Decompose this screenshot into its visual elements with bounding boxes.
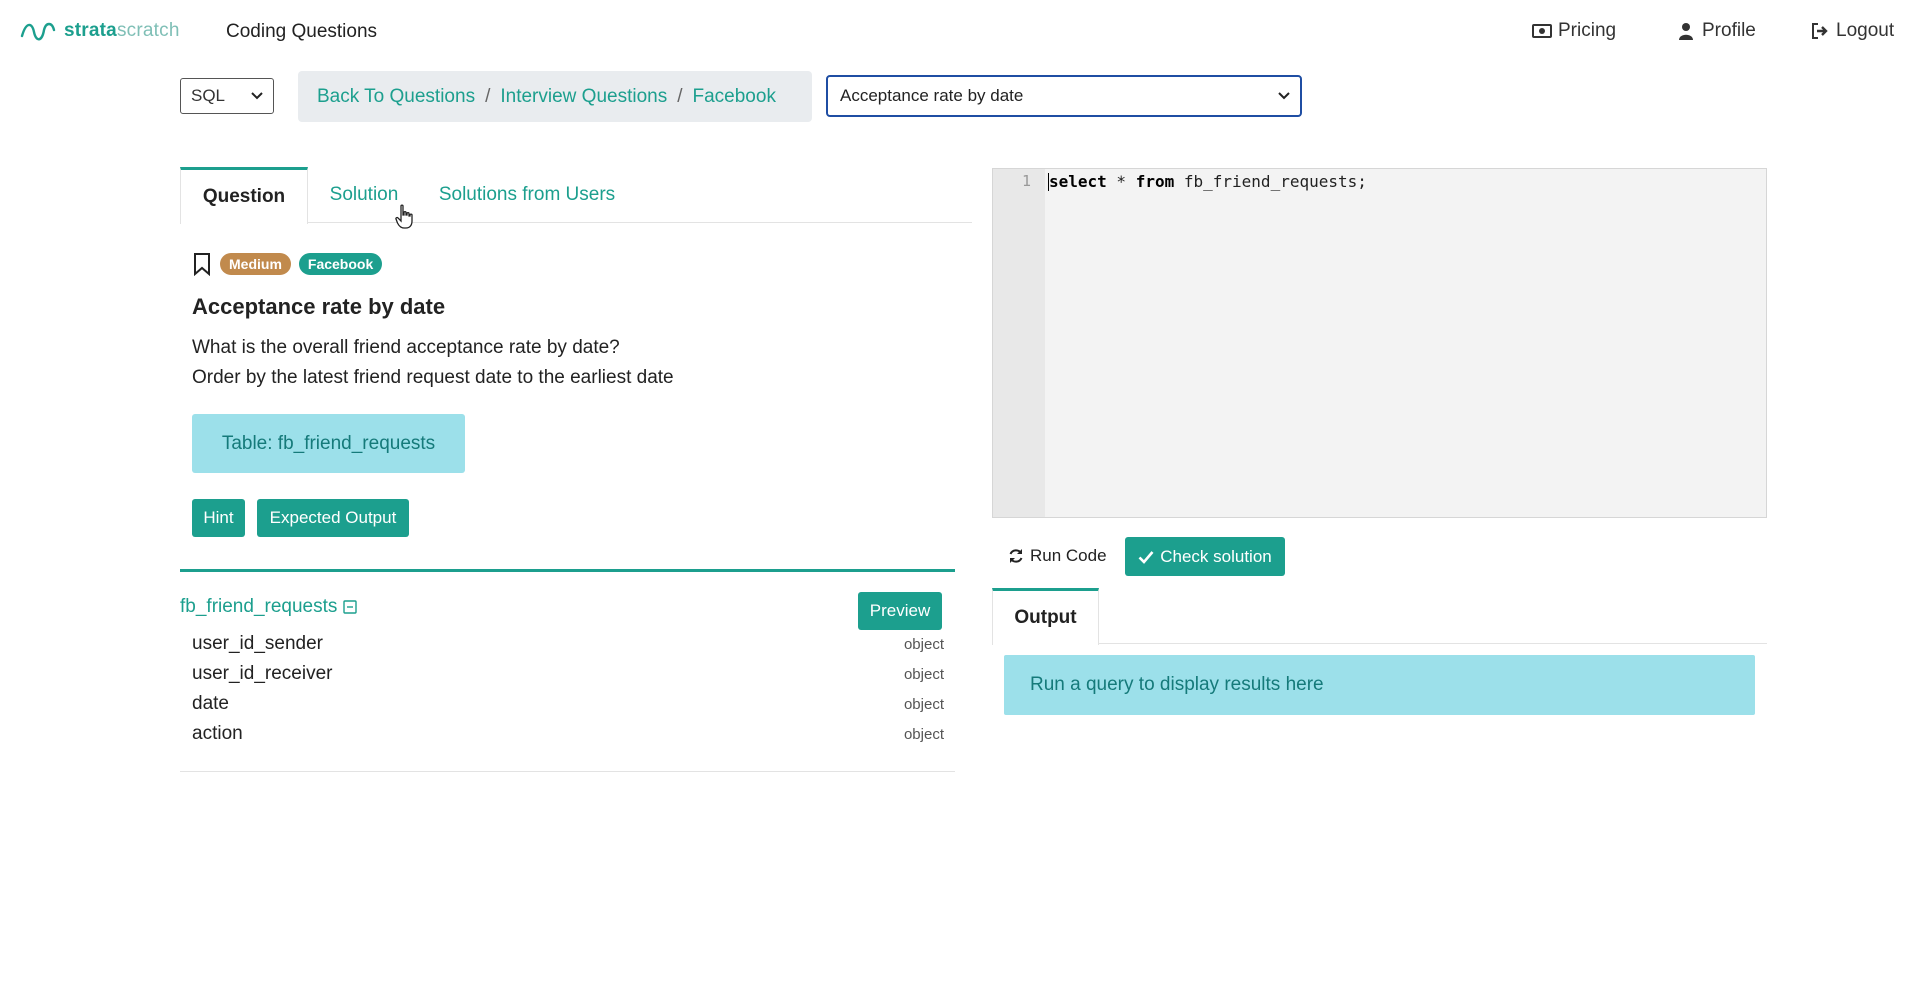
chevron-down-icon	[251, 92, 263, 100]
language-select[interactable]: SQL	[180, 78, 274, 114]
breadcrumb-back-to-questions[interactable]: Back To Questions	[317, 86, 475, 108]
top-navbar: stratascratch Coding Questions Pricing P…	[0, 0, 1920, 64]
column-type: object	[903, 695, 944, 713]
difficulty-badge: Medium	[220, 253, 291, 275]
brand-logo[interactable]: stratascratch	[20, 20, 180, 42]
nav-logout-label: Logout	[1836, 20, 1895, 41]
schema-column-row: user_id_receiver object	[192, 660, 944, 688]
tab-question[interactable]: Question	[180, 167, 308, 224]
schema-table-name-label: fb_friend_requests	[180, 596, 338, 617]
run-code-button[interactable]: Run Code	[1008, 540, 1107, 572]
breadcrumb-separator: /	[677, 85, 683, 107]
question-meta: Medium Facebook	[192, 252, 383, 276]
code-text: fb_friend_requests;	[1174, 172, 1367, 191]
editor-gutter: 1	[993, 169, 1045, 517]
check-icon	[1138, 550, 1154, 564]
check-solution-label: Check solution	[1160, 546, 1272, 566]
brand-name: stratascratch	[64, 20, 180, 41]
code-editor[interactable]: 1 select * from fb_friend_requests;	[992, 168, 1767, 518]
question-tabs: Question Solution Solutions from Users	[180, 167, 972, 224]
breadcrumb-interview-questions[interactable]: Interview Questions	[500, 86, 667, 108]
schema-column-row: action object	[192, 720, 944, 748]
column-name: date	[192, 693, 229, 714]
chevron-down-icon	[1278, 92, 1290, 100]
run-code-label: Run Code	[1030, 546, 1107, 565]
hint-button[interactable]: Hint	[192, 499, 245, 537]
code-keyword: select	[1049, 172, 1107, 191]
line-number: 1	[1021, 172, 1031, 190]
tab-solutions-from-users[interactable]: Solutions from Users	[420, 167, 634, 223]
question-select[interactable]: Acceptance rate by date	[826, 75, 1302, 117]
schema-column-row: date object	[192, 690, 944, 718]
preview-button[interactable]: Preview	[858, 592, 942, 630]
money-icon	[1532, 24, 1552, 38]
code-text: *	[1106, 172, 1136, 191]
schema-bottom-divider	[180, 771, 955, 772]
nav-profile-label: Profile	[1702, 20, 1756, 41]
expected-output-button[interactable]: Expected Output	[257, 499, 409, 537]
nav-logout[interactable]: Logout	[1810, 20, 1894, 42]
code-keyword: from	[1135, 172, 1175, 191]
check-solution-button[interactable]: Check solution	[1125, 537, 1285, 576]
breadcrumb-separator: /	[485, 85, 491, 107]
user-icon	[1679, 23, 1693, 40]
nav-profile[interactable]: Profile	[1676, 20, 1756, 42]
tab-output[interactable]: Output	[992, 588, 1099, 645]
output-tabs: Output	[992, 588, 1767, 645]
sign-out-icon	[1812, 23, 1828, 39]
question-select-value: Acceptance rate by date	[840, 86, 1024, 105]
question-description: What is the overall friend acceptance ra…	[192, 333, 674, 393]
column-type: object	[903, 665, 944, 683]
logo-icon	[20, 22, 56, 41]
schema-table-name[interactable]: fb_friend_requests	[180, 596, 358, 618]
column-name: action	[192, 723, 243, 744]
bookmark-icon[interactable]	[192, 252, 212, 276]
output-placeholder: Run a query to display results here	[1004, 655, 1755, 715]
minus-square-icon[interactable]	[343, 600, 358, 614]
language-select-value: SQL	[191, 86, 226, 105]
nav-coding-questions[interactable]: Coding Questions	[226, 21, 377, 43]
refresh-icon	[1009, 549, 1023, 563]
column-name: user_id_receiver	[192, 663, 333, 684]
question-description-line: What is the overall friend acceptance ra…	[192, 337, 620, 358]
column-type: object	[903, 725, 944, 743]
company-badge: Facebook	[298, 253, 383, 275]
breadcrumb-facebook[interactable]: Facebook	[693, 86, 776, 108]
hand-pointer-icon	[395, 204, 413, 229]
column-name: user_id_sender	[192, 633, 323, 654]
table-info-box: Table: fb_friend_requests	[192, 414, 465, 473]
code-line[interactable]: select * from fb_friend_requests;	[1049, 172, 1367, 191]
nav-pricing-label: Pricing	[1558, 20, 1617, 41]
schema-divider	[180, 569, 955, 572]
breadcrumb: Back To Questions / Interview Questions …	[298, 71, 812, 122]
question-description-line: Order by the latest friend request date …	[192, 367, 674, 388]
question-title: Acceptance rate by date	[192, 294, 446, 319]
schema-column-row: user_id_sender object	[192, 630, 944, 658]
column-type: object	[903, 635, 944, 653]
nav-pricing[interactable]: Pricing	[1532, 20, 1616, 42]
